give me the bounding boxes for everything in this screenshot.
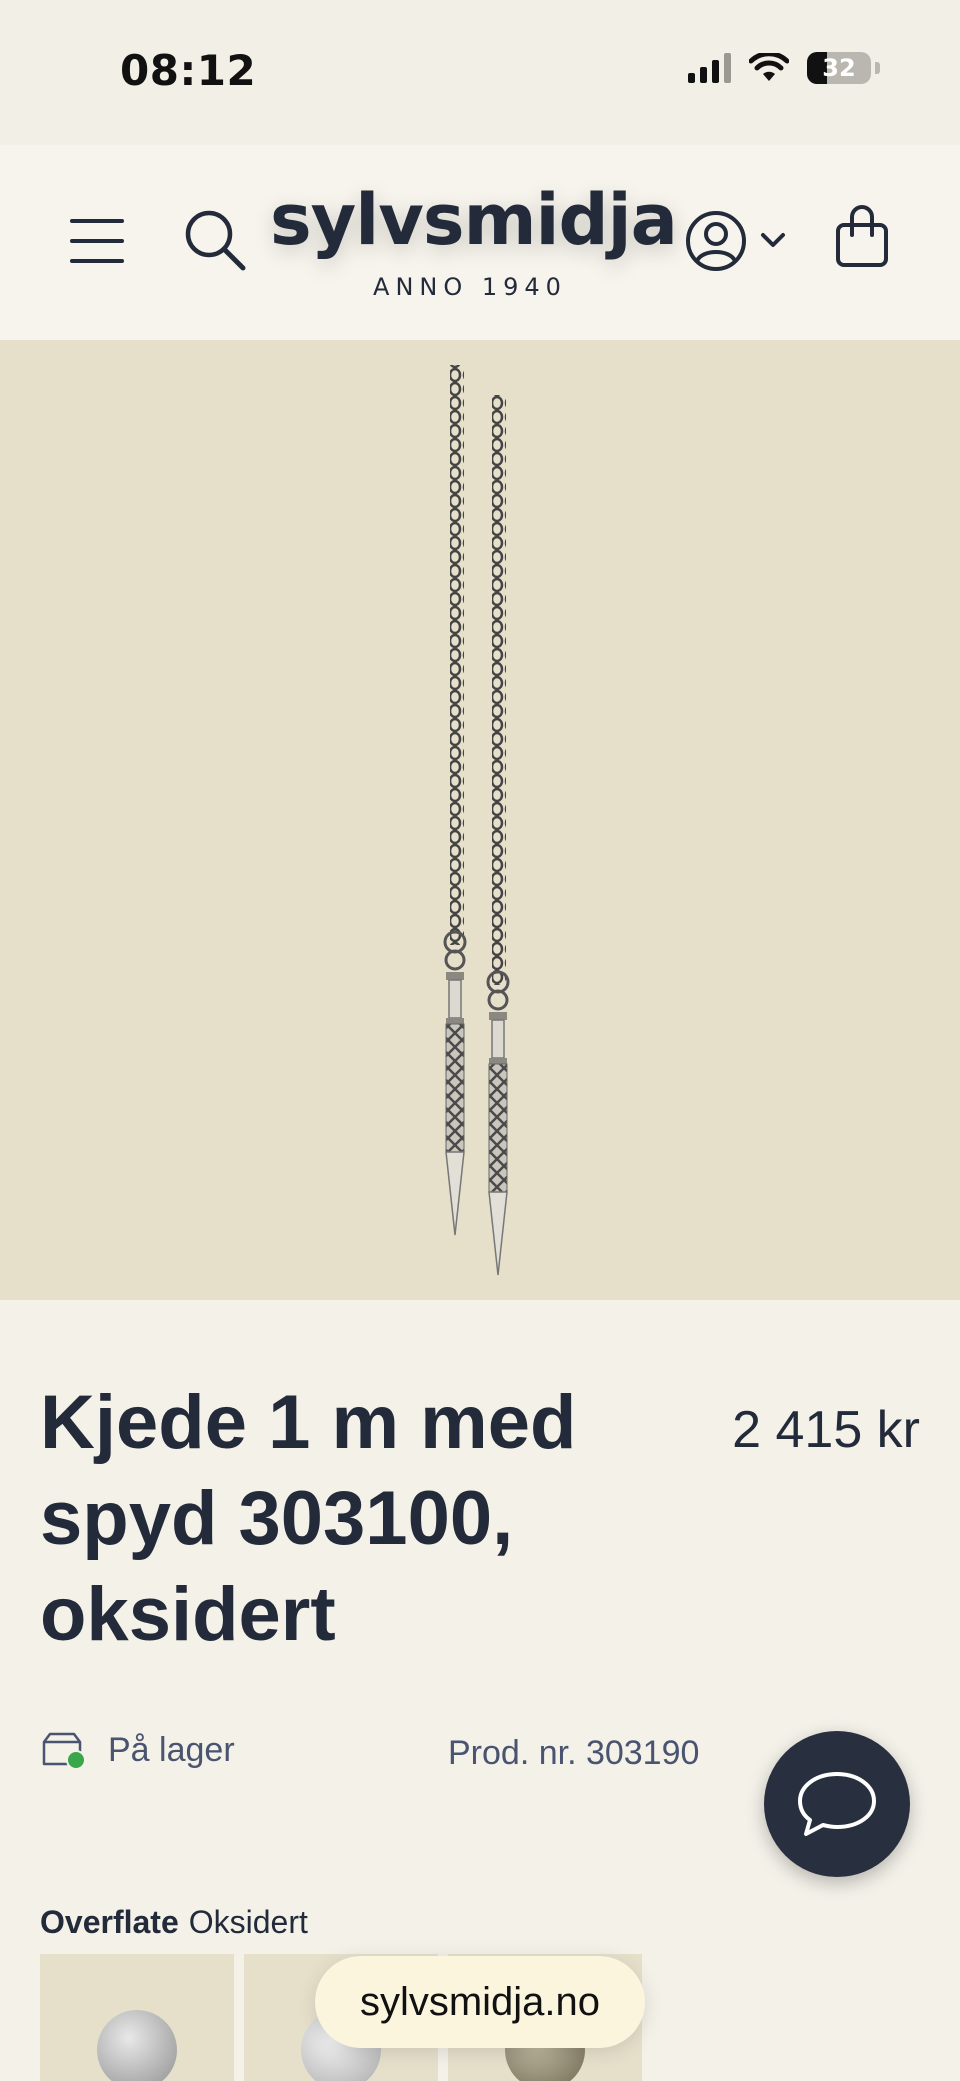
product-title: Kjede 1 m med spyd 303100, oksidert bbox=[40, 1380, 577, 1657]
chevron-down-icon[interactable] bbox=[760, 232, 786, 250]
stock-status: På lager bbox=[40, 1730, 235, 1770]
site-logo[interactable]: sylvsmidja ANNO 1940 bbox=[270, 179, 678, 301]
logo-name: sylvsmidja bbox=[270, 179, 678, 261]
product-price: 2 415 kr bbox=[732, 1401, 920, 1459]
status-bar: 08:12 32 bbox=[0, 0, 960, 145]
status-time: 08:12 bbox=[120, 46, 257, 95]
status-icons: 32 bbox=[688, 52, 880, 84]
search-icon[interactable] bbox=[183, 208, 247, 272]
logo-tagline: ANNO 1940 bbox=[373, 273, 567, 301]
battery-cap bbox=[875, 62, 880, 74]
stock-label: På lager bbox=[108, 1730, 235, 1769]
chain-with-spears-image bbox=[443, 365, 510, 1276]
wifi-icon bbox=[749, 53, 789, 81]
variant-value: Oksidert bbox=[188, 1904, 308, 1940]
swatch-option-1[interactable] bbox=[40, 1954, 234, 2081]
bag-icon[interactable] bbox=[834, 205, 890, 269]
stock-icon bbox=[42, 1732, 86, 1770]
battery-percent: 32 bbox=[822, 54, 856, 82]
chat-button[interactable] bbox=[764, 1731, 910, 1877]
menu-icon[interactable] bbox=[70, 217, 124, 265]
cellular-signal-icon bbox=[688, 53, 731, 83]
account-icon[interactable] bbox=[684, 209, 748, 273]
battery-icon: 32 bbox=[807, 52, 871, 84]
chat-bubble-icon bbox=[798, 1772, 876, 1836]
site-header: sylvsmidja ANNO 1940 bbox=[0, 145, 960, 340]
product-number: Prod. nr. 303190 bbox=[448, 1734, 700, 1772]
product-image[interactable] bbox=[0, 340, 960, 1300]
variant-label: Overflate Oksidert bbox=[40, 1904, 308, 1941]
variant-name: Overflate bbox=[40, 1904, 179, 1940]
browser-url-bar[interactable]: sylvsmidja.no bbox=[315, 1956, 645, 2048]
